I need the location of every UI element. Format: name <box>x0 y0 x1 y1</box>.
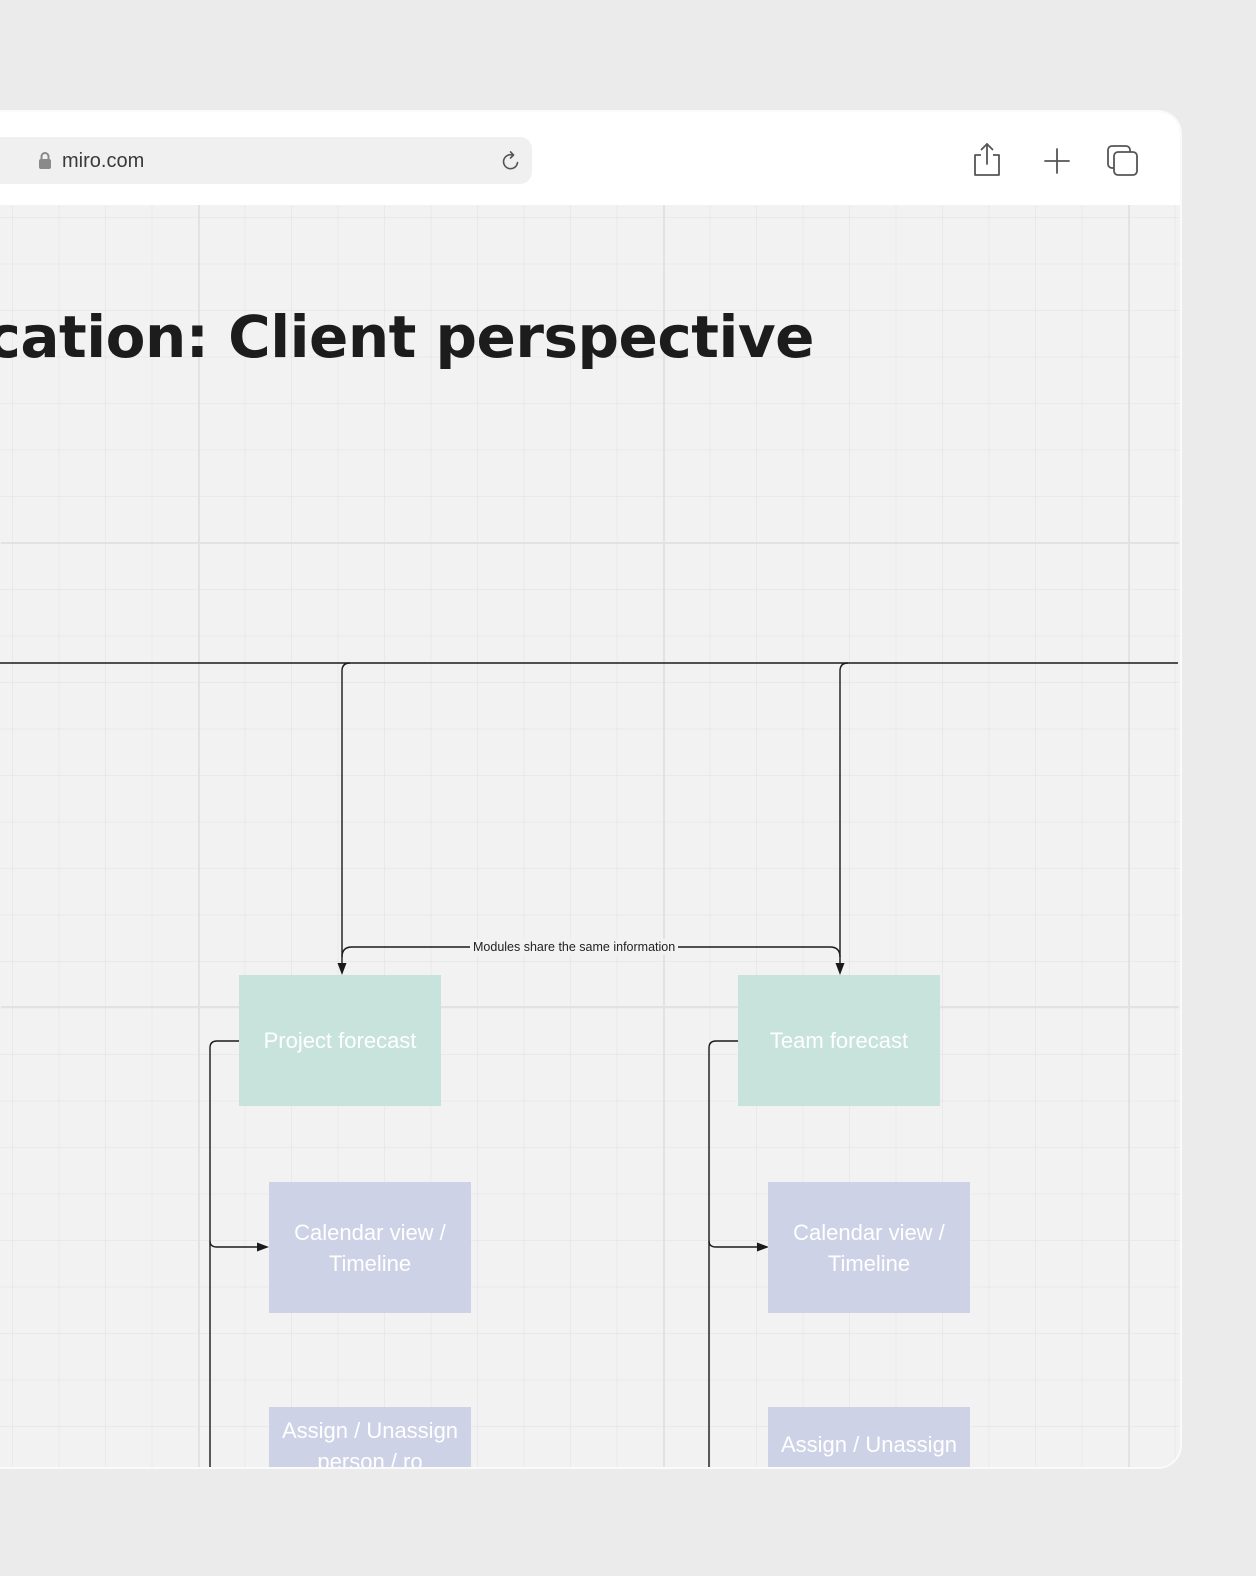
team-drop-connector <box>839 662 849 967</box>
team-drop-arrowhead <box>835 963 845 975</box>
team-calendar-connector <box>708 1240 762 1248</box>
project-calendar-node[interactable]: Calendar view / Timeline <box>269 1182 471 1313</box>
browser-toolbar: miro.com <box>0 112 1180 205</box>
whiteboard-canvas[interactable]: plication: Client perspective <box>0 205 1180 1467</box>
reload-icon[interactable] <box>500 150 522 172</box>
project-branch-connector <box>209 1040 239 1467</box>
team-forecast-label: Team forecast <box>769 1028 909 1053</box>
browser-window: miro.com ation: Client perspective Modul… <box>0 110 1182 1469</box>
team-assign-node[interactable]: Assign / Unassign <box>768 1407 970 1467</box>
project-forecast-node[interactable]: Project forecast <box>239 975 441 1106</box>
project-calendar-arrowhead <box>257 1242 269 1252</box>
address-bar[interactable]: miro.com <box>0 137 532 184</box>
project-forecast-label: Project forecast <box>263 1028 417 1053</box>
project-calendar-label: Calendar view / Timeline <box>294 1219 446 1276</box>
tabs-icon[interactable] <box>1106 142 1140 178</box>
project-drop-connector <box>341 662 351 967</box>
plus-icon[interactable] <box>1040 142 1074 178</box>
lock-icon <box>39 152 51 169</box>
project-calendar-connector <box>209 1240 262 1248</box>
url-text: miro.com <box>62 150 145 172</box>
team-assign-label: Assign / Unassign <box>780 1432 958 1457</box>
project-assign-label: Assign / Unassign person / ro <box>281 1418 459 1467</box>
share-icon[interactable] <box>970 142 1004 178</box>
project-drop-arrowhead <box>337 963 347 975</box>
shared-info-label: Modules share the same information <box>470 939 679 955</box>
team-branch-connector <box>708 1040 738 1467</box>
team-forecast-node[interactable]: Team forecast <box>738 975 940 1106</box>
diagram-connectors <box>0 662 1178 1467</box>
project-assign-node[interactable]: Assign / Unassign person / ro <box>269 1407 471 1467</box>
team-calendar-label: Calendar view / Timeline <box>793 1219 945 1276</box>
team-calendar-node[interactable]: Calendar view / Timeline <box>768 1182 970 1313</box>
